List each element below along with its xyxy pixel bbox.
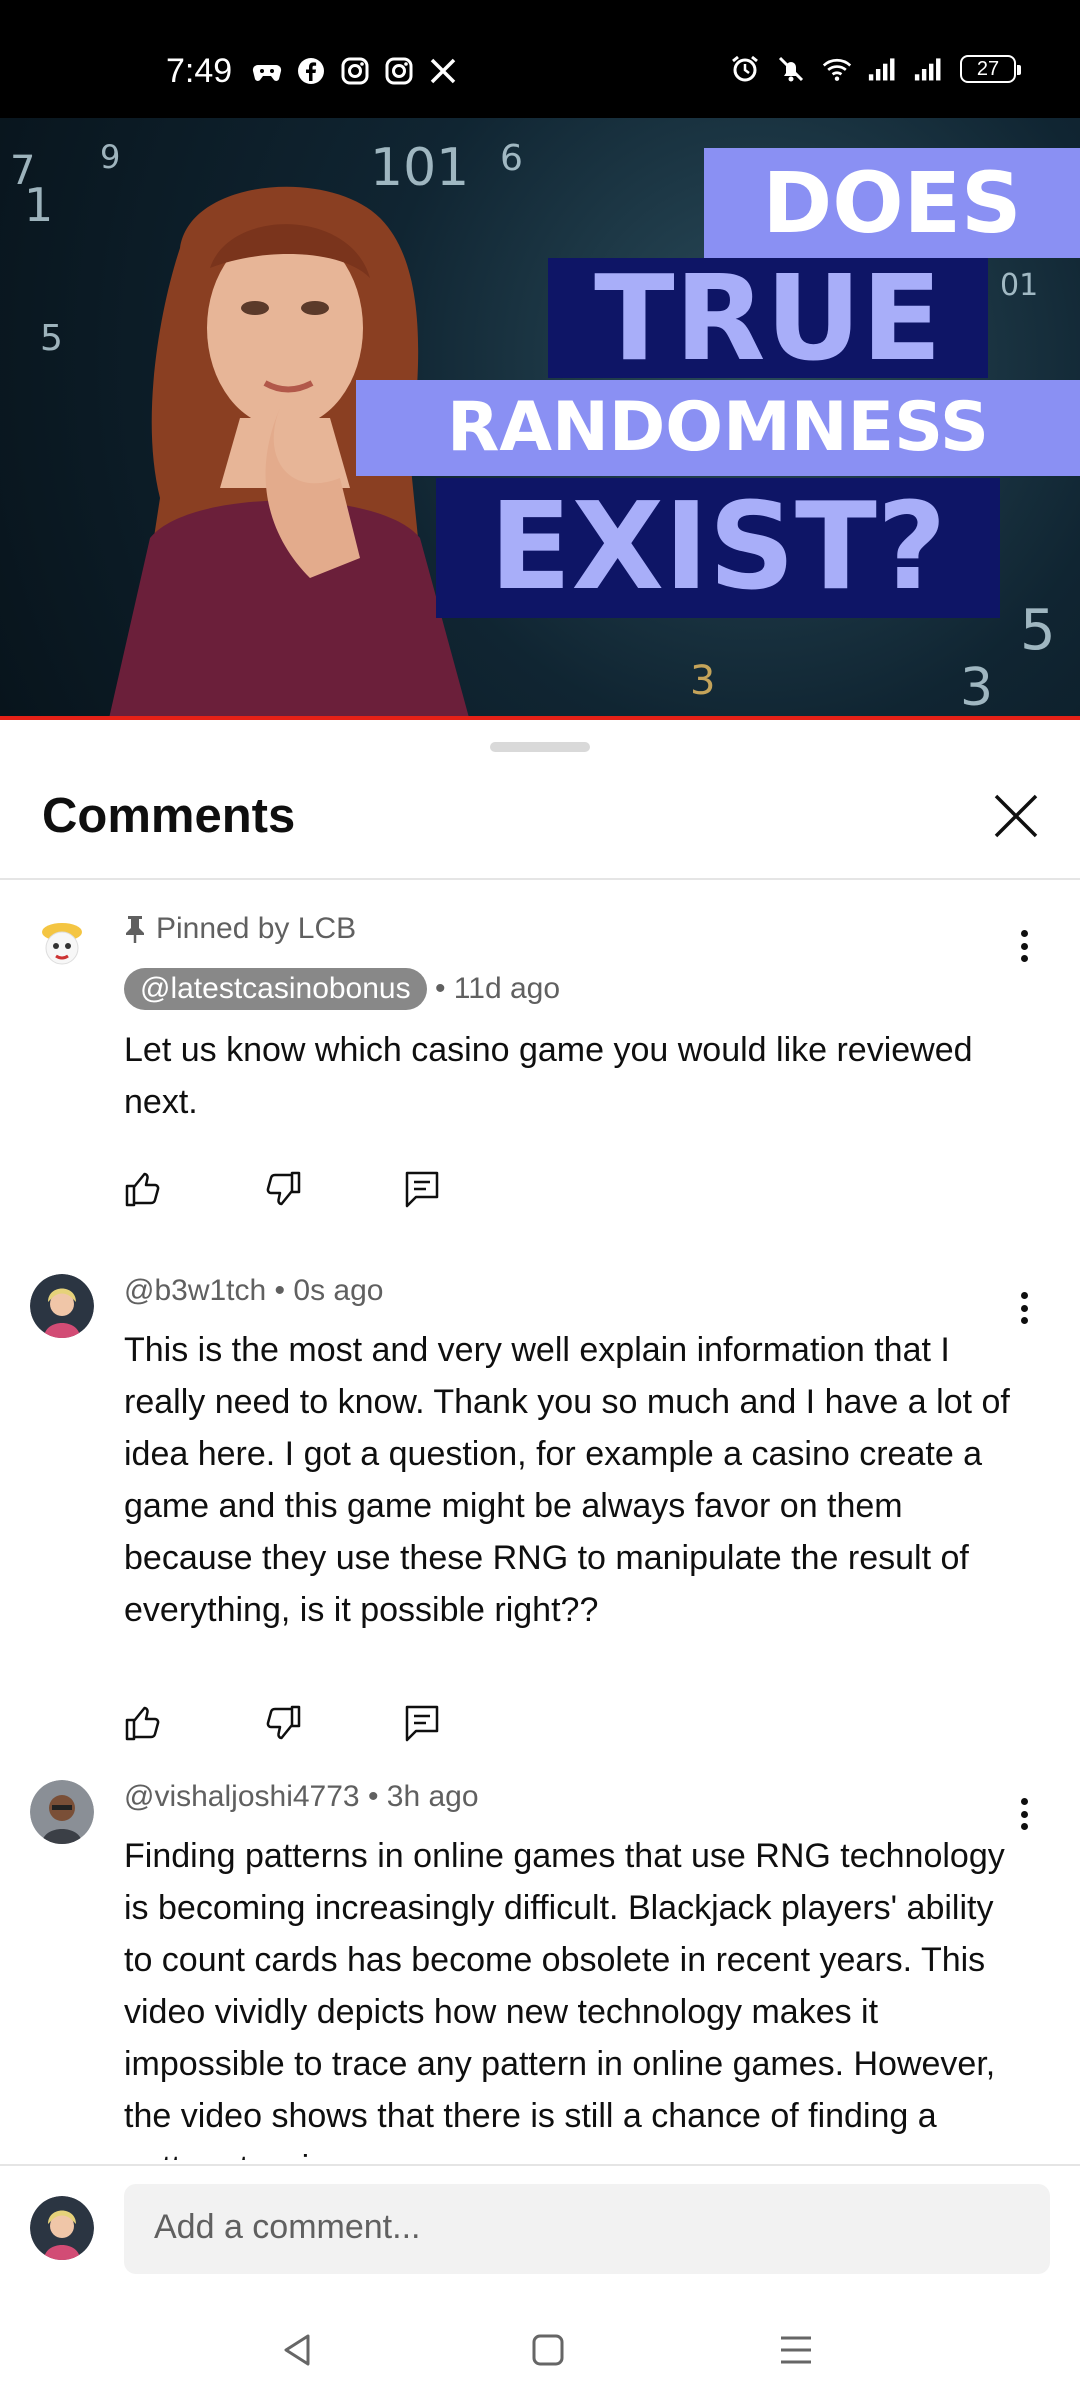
battery-indicator: 27 [960,55,1021,83]
decorative-number: 1 [24,178,54,232]
home-icon [532,2334,564,2366]
back-icon [284,2334,310,2366]
comments-title: Comments [42,789,296,843]
menu-icon [781,2336,811,2364]
drag-handle[interactable] [490,742,590,752]
reply-button[interactable] [404,1164,544,1214]
like-button[interactable] [124,1698,264,1748]
thumbs-down-icon [266,1705,301,1740]
signal-icon [868,54,898,84]
notification-icons [252,56,458,86]
x-icon [428,56,458,86]
instagram-icon [340,56,370,86]
decorative-number: 3 [690,658,716,704]
instagram-icon [384,56,414,86]
comment-meta: @b3w1tch • 0s ago [124,1274,383,1308]
avatar[interactable] [30,912,94,976]
mute-icon [776,54,806,84]
thumbs-up-icon [125,1706,160,1741]
comment-time: • 0s ago [274,1274,384,1307]
system-nav-bar [0,2300,1080,2400]
like-button[interactable] [124,1164,264,1214]
title-line-4: EXIST? [489,478,947,617]
close-icon [994,794,1038,838]
alarm-icon [730,54,760,84]
add-comment-input[interactable]: Add a comment... [124,2184,1050,2274]
close-button[interactable] [986,786,1046,846]
back-button[interactable] [268,2320,328,2380]
status-bar: 7:49 27 [0,0,1080,118]
status-time: 7:49 [166,52,233,90]
comment-time: • 3h ago [367,1780,479,1813]
dislike-button[interactable] [264,1698,404,1748]
video-player[interactable]: 7 1 9 5 101 5 6 01 5 3 3 DOES TRUE RANDO… [0,118,1080,720]
comment-text: Finding patterns in online games that us… [124,1837,1005,2160]
dislike-button[interactable] [264,1164,404,1214]
pinned-label: Pinned by LCB [124,912,356,946]
title-line-2: TRUE [594,249,942,387]
reply-button[interactable] [404,1698,544,1748]
comment-meta: @latestcasinobonus • 11d ago [124,968,560,1010]
avatar[interactable] [30,1274,94,1338]
comments-sheet: Comments Pinned by LCB @latestcasinobonu… [0,722,1080,2400]
signal-icon [914,54,944,84]
home-button[interactable] [518,2320,578,2380]
more-options-button[interactable] [1014,1794,1034,1834]
comment-actions [124,1164,544,1214]
wifi-icon [822,54,852,84]
comment-author-chip[interactable]: @latestcasinobonus [124,968,427,1010]
comment-meta: @vishaljoshi4773 • 3h ago [124,1780,479,1814]
pinned-text: Pinned by LCB [156,912,357,945]
comment-actions [124,1698,544,1748]
reply-icon [405,1171,439,1208]
video-progress-bar[interactable] [0,716,1080,720]
system-icons: 27 [730,54,1021,84]
divider [0,878,1080,880]
facebook-icon [296,56,326,86]
comment-item: @vishaljoshi4773 • 3h ago Finding patter… [0,1780,1080,2160]
comment-time: • 11d ago [434,972,561,1005]
game-controller-icon [252,56,282,86]
comment-author[interactable]: @vishaljoshi4773 [124,1780,360,1813]
title-line-1: DOES [704,148,1080,258]
comment-author[interactable]: @b3w1tch [124,1274,266,1307]
decorative-number: 01 [1000,268,1039,303]
reply-icon [405,1705,439,1742]
decorative-number: 3 [960,658,994,718]
more-options-button[interactable] [1014,926,1034,966]
recents-button[interactable] [766,2320,826,2380]
avatar[interactable] [30,1780,94,1844]
pin-icon [126,916,144,943]
comment-text: Let us know which casino game you would … [124,1031,973,1121]
more-options-button[interactable] [1014,1288,1034,1328]
divider [0,2164,1080,2166]
title-line-3: RANDOMNESS [356,380,1080,476]
decorative-number: 5 [1020,598,1056,663]
comment-text: This is the most and very well explain i… [124,1331,1010,1629]
thumbs-up-icon [125,1172,160,1207]
thumbs-down-icon [266,1171,301,1206]
user-avatar [30,2196,94,2260]
